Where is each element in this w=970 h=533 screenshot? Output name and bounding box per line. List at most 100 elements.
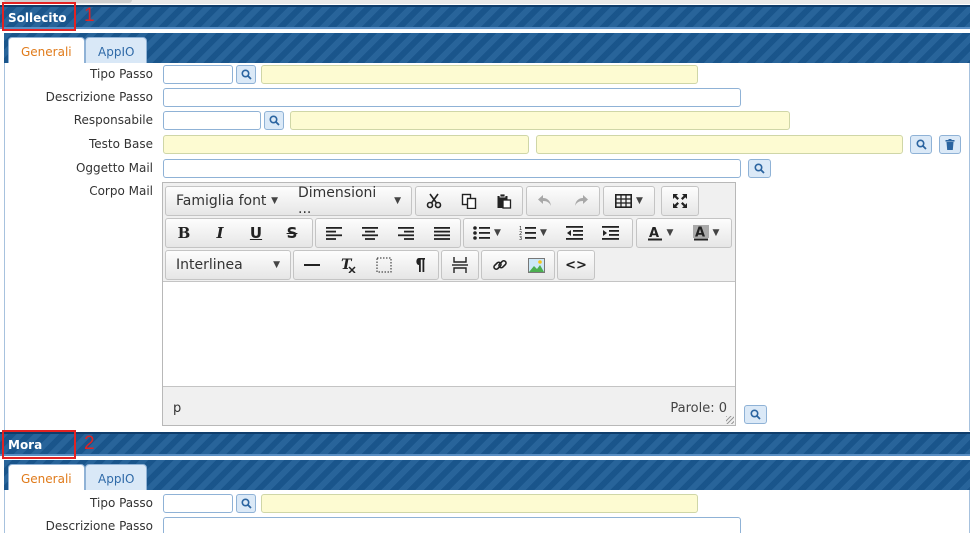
align-left-button[interactable] (316, 219, 352, 247)
highlight-number-1: 1 (84, 5, 95, 26)
table-button[interactable]: ▼ (604, 187, 654, 215)
search-icon (240, 498, 252, 509)
source-code-group: <> (557, 250, 595, 280)
align-justify-button[interactable] (424, 219, 460, 247)
responsabile-description (290, 111, 790, 130)
editor-toolbar-row-2: B I U S ▼ 123 ▼ A ▼ A ▼ (165, 218, 735, 248)
bullet-list-icon (473, 226, 491, 240)
testo-base-search-button[interactable] (910, 135, 932, 154)
top-strip (0, 0, 970, 4)
list-indent-group: ▼ 123 ▼ (463, 218, 633, 248)
line-height-group: Interlinea ▼ (165, 250, 291, 280)
section-header-mora[interactable]: Mora (0, 432, 970, 456)
font-size-label: Dimensioni ... (298, 185, 377, 217)
cut-button[interactable] (416, 187, 451, 215)
tipo-passo-description (261, 65, 698, 84)
horizontal-rule-button[interactable] (294, 251, 330, 279)
history-group (526, 186, 600, 216)
testo-base-delete-button[interactable] (939, 135, 961, 154)
section-header-sollecito[interactable]: Sollecito (0, 5, 970, 29)
line-height-label: Interlinea (176, 257, 243, 273)
numbered-list-button[interactable]: 123 ▼ (510, 219, 556, 247)
tipo-passo-input[interactable] (163, 65, 233, 84)
align-justify-icon (434, 226, 450, 240)
tipo-passo-input[interactable] (163, 494, 233, 513)
italic-button[interactable]: I (202, 219, 238, 247)
undo-button[interactable] (527, 187, 563, 215)
insert-link-button[interactable] (482, 251, 518, 279)
undo-icon (538, 195, 551, 206)
show-blocks-button[interactable] (366, 251, 402, 279)
responsabile-input[interactable] (163, 111, 261, 130)
bullet-list-button[interactable]: ▼ (464, 219, 510, 247)
show-blocks-icon (376, 257, 392, 273)
label-responsabile: Responsabile (73, 113, 153, 127)
insert-image-button[interactable] (518, 251, 554, 279)
link-icon (493, 259, 507, 271)
fullscreen-button[interactable] (662, 187, 698, 215)
caret-down-icon: ▼ (636, 196, 643, 206)
resize-handle-icon[interactable] (726, 416, 734, 424)
page-break-button[interactable] (442, 251, 478, 279)
clear-formatting-button[interactable]: T (330, 251, 366, 279)
editor-element-path[interactable]: p (173, 401, 181, 416)
tab-generali[interactable]: Generali (8, 464, 85, 492)
insert-group: T (293, 250, 439, 280)
outdent-button[interactable] (556, 219, 592, 247)
label-descrizione-passo: Descrizione Passo (45, 519, 153, 533)
text-color-button[interactable]: A ▼ (637, 219, 683, 247)
font-size-dropdown[interactable]: Dimensioni ... ▼ (288, 185, 411, 217)
editor-content-area[interactable] (163, 281, 735, 387)
page-break-group (441, 250, 479, 280)
align-right-button[interactable] (388, 219, 424, 247)
show-invisibles-button[interactable] (402, 251, 438, 279)
search-icon (915, 139, 927, 150)
align-left-icon (326, 226, 342, 240)
text-style-group: B I U S (165, 218, 313, 248)
caret-down-icon: ▼ (666, 228, 674, 238)
align-right-icon (398, 226, 414, 240)
editor-toolbar-row-1: Famiglia font ▼ Dimensioni ... ▼ ▼ (165, 185, 735, 217)
corpo-mail-search-button[interactable] (744, 405, 767, 424)
fullscreen-group (661, 186, 699, 216)
indent-icon (601, 226, 619, 240)
underline-button[interactable]: U (238, 219, 274, 247)
indent-button[interactable] (592, 219, 628, 247)
horizontal-rule-icon (304, 264, 320, 266)
tipo-passo-search-button[interactable] (236, 65, 256, 84)
tab-appio[interactable]: AppIO (85, 464, 148, 491)
italic-icon: I (216, 224, 224, 242)
tipo-passo-search-button[interactable] (236, 494, 256, 513)
search-icon (240, 69, 252, 80)
tab-generali[interactable]: Generali (8, 37, 85, 65)
svg-text:A: A (695, 226, 705, 241)
background-color-button[interactable]: A ▼ (683, 219, 729, 247)
oggetto-mail-search-button[interactable] (748, 159, 771, 178)
strikethrough-button[interactable]: S (274, 219, 310, 247)
editor-toolbar-row-3: Interlinea ▼ T <> (165, 250, 735, 280)
copy-icon (461, 193, 477, 209)
tab-strip: Generali AppIO (4, 460, 970, 492)
label-testo-base: Testo Base (88, 137, 153, 151)
align-center-button[interactable] (352, 219, 388, 247)
redo-button[interactable] (563, 187, 599, 215)
font-family-dropdown[interactable]: Famiglia font ▼ (166, 187, 288, 215)
strikethrough-icon: S (286, 224, 298, 242)
descrizione-passo-input[interactable] (163, 88, 741, 107)
copy-button[interactable] (451, 187, 486, 215)
oggetto-mail-input[interactable] (163, 159, 741, 178)
line-height-dropdown[interactable]: Interlinea ▼ (166, 251, 290, 279)
corpo-mail-editor[interactable]: Famiglia font ▼ Dimensioni ... ▼ ▼ B I U… (162, 182, 736, 426)
paste-button[interactable] (487, 187, 522, 215)
descrizione-passo-input[interactable] (163, 517, 741, 533)
fullscreen-icon (673, 194, 687, 208)
source-code-button[interactable]: <> (558, 251, 594, 279)
redo-icon (575, 195, 588, 206)
editor-word-count: Parole: 0 (670, 401, 727, 416)
tab-appio[interactable]: AppIO (85, 37, 148, 64)
label-oggetto-mail: Oggetto Mail (75, 161, 153, 175)
responsabile-search-button[interactable] (264, 111, 284, 130)
bold-button[interactable]: B (166, 219, 202, 247)
highlight-number-2: 2 (84, 433, 95, 454)
caret-down-icon: ▼ (540, 228, 547, 238)
